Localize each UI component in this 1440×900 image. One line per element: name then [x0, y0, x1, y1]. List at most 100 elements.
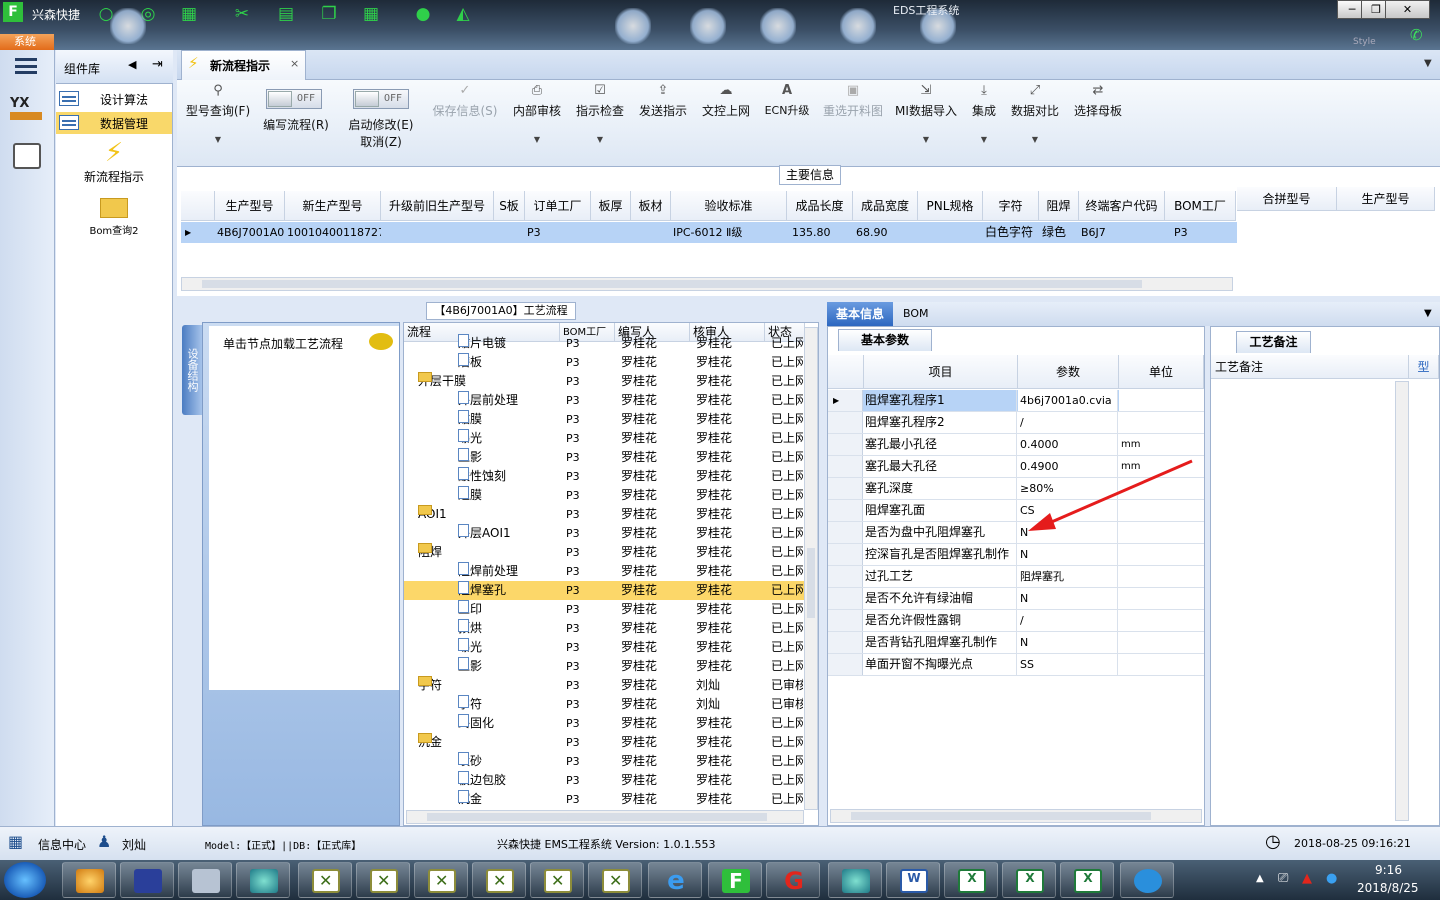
dropdown-arrow-icon[interactable]: ▼: [573, 135, 627, 144]
param-item[interactable]: 阻焊塞孔面: [864, 500, 1017, 521]
taskbar-app[interactable]: X: [1060, 862, 1114, 898]
tree-row[interactable]: −字符 P3 罗桂花 刘灿 已审核: [404, 676, 804, 695]
taskbar-app[interactable]: [472, 862, 526, 898]
windows-grid-icon[interactable]: ▦: [8, 832, 23, 851]
tab-new-process[interactable]: ⚡ 新流程指示 ×: [181, 50, 306, 80]
film-icon[interactable]: ▤: [275, 4, 297, 24]
param-unit[interactable]: [1119, 544, 1204, 565]
tree-row[interactable]: 退膜 P3 罗桂花 罗桂花 已上网: [404, 486, 804, 505]
copy-icon[interactable]: ❐: [318, 4, 340, 24]
param-row[interactable]: 是否背钻孔阻焊塞孔制作 N: [828, 632, 1204, 654]
col-header[interactable]: 成品宽度: [853, 191, 918, 221]
tree-row[interactable]: 终固化 P3 罗桂花 罗桂花 已上网: [404, 714, 804, 733]
param-value[interactable]: 0.4000: [1018, 434, 1118, 455]
col-header[interactable]: 阻焊: [1039, 191, 1079, 221]
table-cell[interactable]: 绿色: [1040, 222, 1080, 243]
tree-node[interactable]: 喷砂: [458, 752, 558, 771]
data-compare-button[interactable]: ⤢ 数据对比 ▼: [1008, 80, 1062, 160]
tree-node[interactable]: −沉金: [418, 733, 558, 752]
system-menu-tab[interactable]: 系统: [0, 34, 54, 50]
dropdown-arrow-icon[interactable]: ▼: [183, 135, 253, 144]
users-icon[interactable]: ●: [412, 4, 434, 24]
param-item[interactable]: 阻焊塞孔程序2: [864, 412, 1017, 433]
cancel-label[interactable]: 取消(Z): [345, 133, 417, 150]
bom-query-launcher[interactable]: Bom查询2: [56, 195, 172, 240]
col-header[interactable]: S板: [494, 191, 525, 221]
internal-review-button[interactable]: ⎙ 内部审核 ▼: [510, 80, 564, 160]
row-header[interactable]: [828, 632, 863, 653]
write-process-toggle[interactable]: OFF 编写流程(R): [260, 80, 332, 160]
tree-node[interactable]: 显影: [458, 448, 558, 467]
tree-row[interactable]: 预烘 P3 罗桂花 罗桂花 已上网: [404, 619, 804, 638]
param-item[interactable]: 是否允许假性露铜: [864, 610, 1017, 631]
taskbar-app[interactable]: X: [1002, 862, 1056, 898]
calculator-icon[interactable]: [13, 143, 41, 169]
param-unit[interactable]: mm: [1119, 434, 1204, 455]
tray-network-icon[interactable]: ⎚: [1278, 871, 1288, 886]
taskbar-app[interactable]: [828, 862, 882, 898]
col-header[interactable]: 板材: [631, 191, 671, 221]
tree-row[interactable]: 酸性蚀刻 P3 罗桂花 罗桂花 已上网: [404, 467, 804, 486]
tree-row[interactable]: 阻焊前处理 P3 罗桂花 罗桂花 已上网: [404, 562, 804, 581]
comp-item-design-algorithm[interactable]: 设计算法: [56, 88, 172, 110]
param-row[interactable]: ▶ 阻焊塞孔程序1 4b6j7001a0.cvia: [828, 390, 1204, 412]
row-header[interactable]: ▶: [828, 390, 863, 411]
phone-icon[interactable]: ✆: [1410, 26, 1423, 44]
row-header[interactable]: [828, 434, 863, 455]
off-switch[interactable]: OFF: [266, 89, 322, 109]
tree-row[interactable]: −外层干膜 P3 罗桂花 罗桂花 已上网: [404, 372, 804, 391]
taskbar-app[interactable]: [588, 862, 642, 898]
param-row[interactable]: 是否不允许有绿油帽 N: [828, 588, 1204, 610]
param-unit[interactable]: [1119, 588, 1204, 609]
horizontal-scrollbar[interactable]: [181, 277, 1233, 291]
taskbar-app[interactable]: [62, 862, 116, 898]
taskbar-app[interactable]: X: [944, 862, 998, 898]
chevron-down-icon[interactable]: ▼: [1424, 308, 1432, 319]
horizontal-scrollbar[interactable]: [406, 810, 804, 824]
taskbar-app[interactable]: [298, 862, 352, 898]
scissors-icon[interactable]: ✂: [231, 4, 253, 24]
taskbar-time[interactable]: 9:16: [1375, 863, 1402, 877]
param-unit[interactable]: [1119, 412, 1204, 433]
param-value[interactable]: 4b6j7001a0.cvia: [1018, 390, 1118, 411]
row-header[interactable]: [828, 456, 863, 477]
tree-node[interactable]: 外层前处理: [458, 391, 558, 410]
taskbar-app[interactable]: [356, 862, 410, 898]
param-unit[interactable]: [1119, 566, 1204, 587]
col-header[interactable]: 新生产型号: [285, 191, 381, 221]
col-header[interactable]: 生产型号: [215, 191, 285, 221]
new-process-launcher[interactable]: ⚡ 新流程指示: [56, 138, 172, 188]
tree-node[interactable]: −外层干膜: [418, 372, 558, 391]
col-header[interactable]: 字符: [983, 191, 1039, 221]
dropdown-arrow-icon[interactable]: ▼: [1008, 135, 1062, 144]
tree-row[interactable]: 字符 P3 罗桂花 刘灿 已审核: [404, 695, 804, 714]
start-modify-toggle[interactable]: OFF 启动修改(E) 取消(Z): [345, 80, 417, 160]
table-cell[interactable]: 135.80: [790, 222, 850, 243]
param-value[interactable]: 阻焊塞孔: [1018, 566, 1118, 587]
tree-node[interactable]: 贴膜: [458, 410, 558, 429]
tree-node[interactable]: 字符: [458, 695, 558, 714]
grid-icon[interactable]: ▦: [360, 4, 382, 24]
tree-node[interactable]: 贴片电镀: [458, 334, 558, 353]
tree-row[interactable]: 曝光 P3 罗桂花 罗桂花 已上网: [404, 429, 804, 448]
dropdown-arrow-icon[interactable]: ▼: [893, 135, 959, 144]
tree-row[interactable]: 喷砂 P3 罗桂花 罗桂花 已上网: [404, 752, 804, 771]
taskbar-app[interactable]: [414, 862, 468, 898]
taskbar-app[interactable]: [178, 862, 232, 898]
tree-node[interactable]: 酸性蚀刻: [458, 467, 558, 486]
row-header[interactable]: [828, 588, 863, 609]
tree-row[interactable]: −阻焊 P3 罗桂花 罗桂花 已上网: [404, 543, 804, 562]
table-cell[interactable]: 4B6J7001A0: [215, 222, 285, 243]
table-icon[interactable]: ▦: [178, 4, 200, 24]
col-header[interactable]: 终端客户代码: [1079, 191, 1165, 221]
param-unit[interactable]: [1119, 654, 1204, 675]
param-row[interactable]: 过孔工艺 阻焊塞孔: [828, 566, 1204, 588]
instruction-check-button[interactable]: ☑ 指示检查 ▼: [573, 80, 627, 160]
vertical-scrollbar[interactable]: [1395, 381, 1409, 821]
start-button[interactable]: [4, 862, 46, 898]
device-structure-tab[interactable]: 设备结构: [182, 325, 202, 415]
col-header[interactable]: 生产型号: [1337, 187, 1435, 211]
row-header[interactable]: [828, 610, 863, 631]
taskbar-app[interactable]: [120, 862, 174, 898]
tree-node[interactable]: 板边包胶: [458, 771, 558, 790]
